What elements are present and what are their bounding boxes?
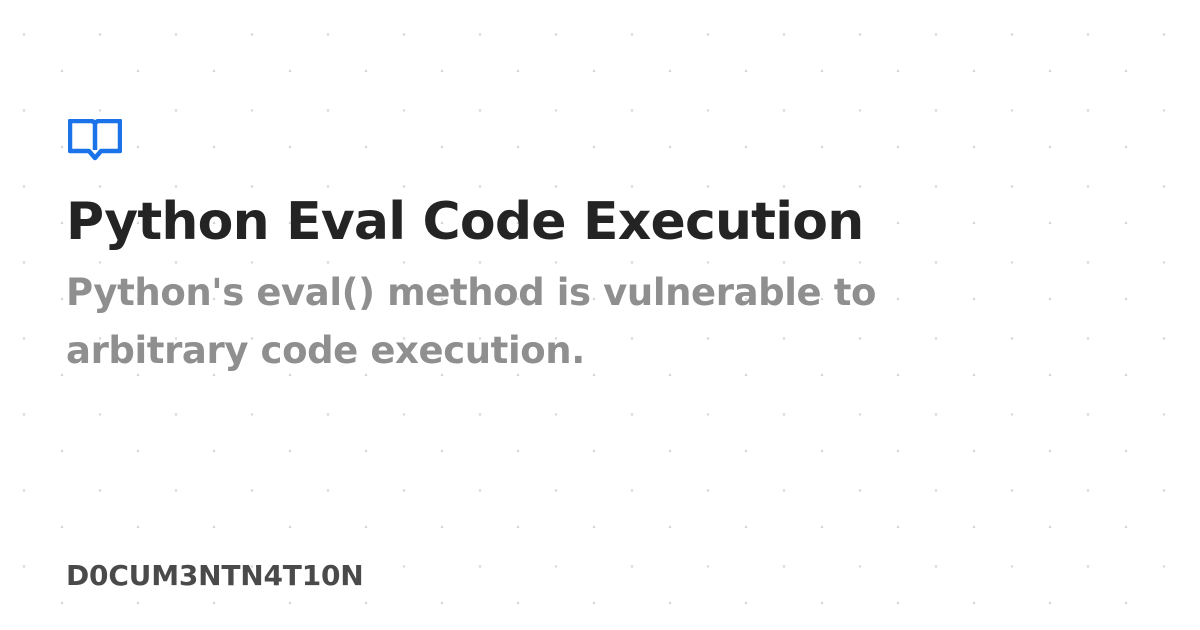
- page-description: Python's eval() method is vulnerable to …: [66, 271, 876, 372]
- open-book-icon: [68, 119, 122, 161]
- page-title: Python Eval Code Execution: [66, 192, 864, 252]
- site-brand-name: D0CUM3NTN4T10N: [66, 559, 364, 592]
- social-preview-card: Python Eval Code Execution Python's eval…: [0, 0, 1200, 630]
